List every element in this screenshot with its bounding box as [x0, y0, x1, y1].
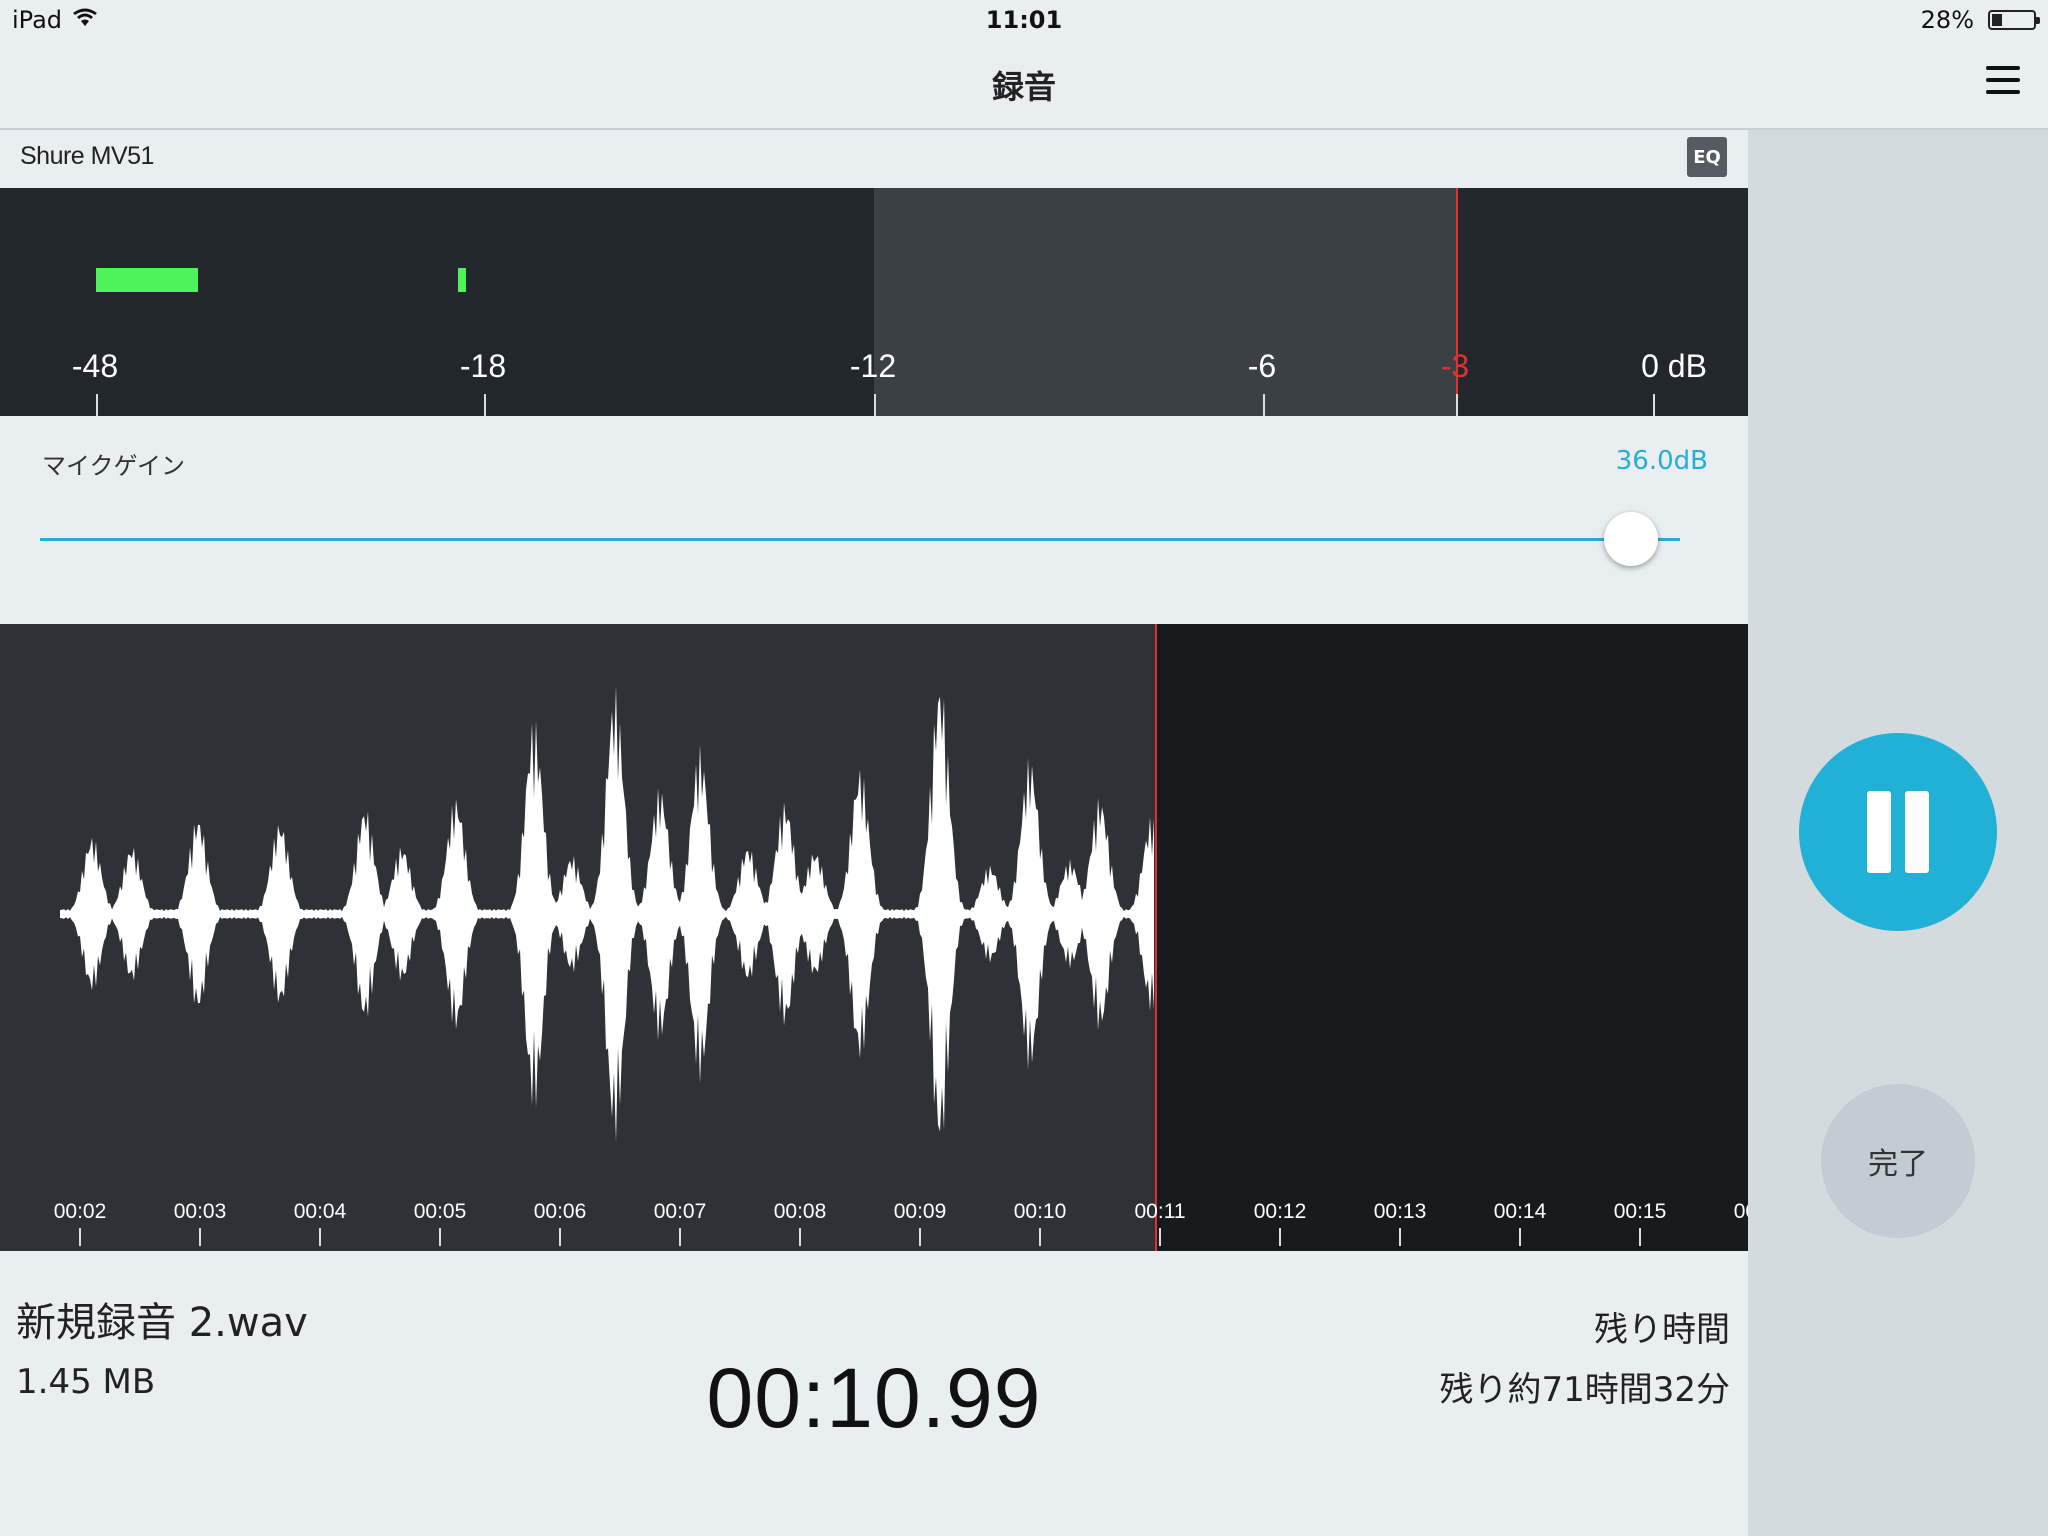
meter-tick-mark: [874, 394, 876, 416]
time-axis-label: 00:13: [1373, 1200, 1427, 1223]
device-row: Shure MV51: [0, 130, 1748, 188]
time-axis-label: 00:06: [533, 1200, 587, 1223]
page-title: 録音: [991, 68, 1056, 106]
time-axis-mark: [439, 1228, 441, 1246]
time-axis-mark: [1639, 1228, 1641, 1246]
time-axis-label: 00:12: [1253, 1200, 1307, 1223]
time-axis-mark: [1399, 1228, 1401, 1246]
time-axis-label: 00:14: [1493, 1200, 1547, 1223]
time-axis-label: 00:07: [653, 1200, 707, 1223]
pause-icon-bar: [1905, 791, 1929, 873]
level-meter: -48 -18 -12 -6 -3 0 dB: [0, 188, 1748, 416]
time-axis-mark: [199, 1228, 201, 1246]
meter-peak-marker: [458, 268, 466, 292]
eq-button[interactable]: EQ: [1687, 137, 1727, 177]
time-axis-mark: [1519, 1228, 1521, 1246]
meter-tick-label: -6: [1247, 348, 1277, 384]
battery-icon: [1988, 10, 2040, 30]
meter-tick-mark: [1456, 394, 1458, 416]
time-axis-label: 00:08: [773, 1200, 827, 1223]
meter-tick-mark: [96, 394, 98, 416]
waveform-view[interactable]: 00:02 00:03 00:04 00:05 00:06 00:07 00:08 00:09…: [0, 624, 1748, 1251]
time-axis-label: 00:04: [293, 1200, 347, 1223]
meter-tick-label-clip: -3: [1440, 348, 1470, 384]
meter-tick-mark: [1263, 394, 1265, 416]
time-axis-label: 00:03: [173, 1200, 227, 1223]
time-axis-mark: [1279, 1228, 1281, 1246]
meter-tick-label: -18: [459, 348, 507, 384]
time-axis-label: 00:09: [893, 1200, 947, 1223]
pause-button[interactable]: [1799, 733, 1997, 931]
meter-level-bar: [96, 268, 198, 292]
meter-headroom-zone: [874, 188, 1456, 416]
time-axis-label: 00:10: [1013, 1200, 1067, 1223]
waveform-shape: [60, 685, 1154, 1143]
mic-gain-value: 36.0dB: [1615, 446, 1708, 476]
meter-tick-mark: [484, 394, 486, 416]
status-time: 11:01: [985, 6, 1063, 34]
remaining-time-value: 残り約71時間32分: [1439, 1370, 1730, 1410]
device-name: Shure MV51: [20, 142, 154, 170]
time-axis-label: 00:02: [53, 1200, 107, 1223]
mic-gain-slider-track[interactable]: [40, 538, 1680, 541]
waveform-graphic: [60, 685, 1154, 1143]
time-axis-label: 00:05: [413, 1200, 467, 1223]
time-axis-mark: [1159, 1228, 1161, 1246]
time-axis-mark: [1039, 1228, 1041, 1246]
time-axis-mark: [319, 1228, 321, 1246]
hamburger-menu-icon[interactable]: [1986, 66, 2020, 96]
time-axis-label: 00:16: [1733, 1200, 1748, 1223]
meter-tick-label: -12: [849, 348, 897, 384]
status-bar: iPad 11:01 28%: [0, 0, 2048, 40]
time-axis-mark: [559, 1228, 561, 1246]
time-axis-mark: [679, 1228, 681, 1246]
time-axis-mark: [799, 1228, 801, 1246]
pause-icon: [1867, 791, 1891, 873]
time-axis-mark: [919, 1228, 921, 1246]
mic-gain-label: マイクゲイン: [42, 452, 186, 480]
time-axis-label: 00:11: [1134, 1200, 1186, 1223]
recording-file-name: 新規録音 2.wav: [16, 1300, 308, 1346]
done-button[interactable]: 完了: [1821, 1084, 1975, 1238]
playhead-line[interactable]: [1155, 624, 1157, 1251]
meter-tick-label: -48: [71, 348, 119, 384]
meter-tick-label: 0 dB: [1641, 348, 1707, 384]
remaining-time-label: 残り時間: [1594, 1310, 1730, 1350]
navigation-bar: 録音: [0, 40, 2048, 130]
meter-tick-mark: [1653, 394, 1655, 416]
mic-gain-slider-thumb[interactable]: [1603, 512, 1658, 566]
time-axis-mark: [79, 1228, 81, 1246]
battery-percentage: 28%: [1920, 6, 1974, 34]
time-axis-label: 00:15: [1613, 1200, 1667, 1223]
